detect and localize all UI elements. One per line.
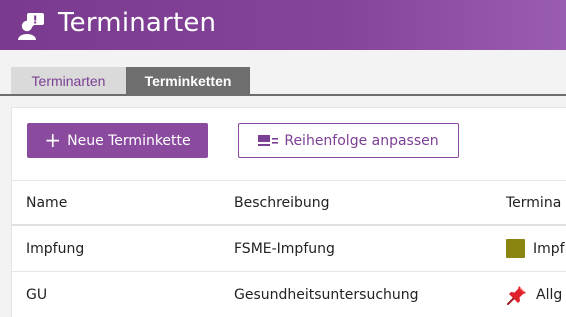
new-appointment-chain-label: Neue Terminkette [67,132,191,149]
reorder-button-label: Reihenfolge anpassen [284,132,439,149]
row-description: FSME-Impfung [234,240,335,257]
row-type-label: Allg [536,286,563,303]
row-name: GU [26,286,48,303]
row-type: Allg [506,272,562,317]
tab-terminarten[interactable]: Terminarten [11,67,126,94]
column-header-description[interactable]: Beschreibung [234,181,330,224]
column-header-type[interactable]: Termina [506,181,561,224]
person-with-chat-bubble-icon [18,13,44,40]
row-description: Gesundheitsuntersuchung [234,286,419,303]
color-swatch-icon [506,239,525,258]
plus-icon: + [44,127,62,152]
tab-bar: Terminarten Terminketten [0,50,566,96]
table-header: Name Beschreibung Termina [12,180,566,226]
content-card: + Neue Terminkette Reihenfolge anpassen … [11,107,566,317]
row-name: Impfung [26,240,85,257]
page-title: Terminarten [58,8,217,38]
row-type: Impf [506,226,565,271]
pushpin-icon [507,285,526,305]
table-row[interactable]: Impfung FSME-Impfung Impf [12,226,566,272]
tab-underline [0,94,566,96]
new-appointment-chain-button[interactable]: + Neue Terminkette [27,123,208,158]
table-row[interactable]: GU Gesundheitsuntersuchung Allg [12,272,566,317]
title-bar: Terminarten [0,0,566,50]
row-type-label: Impf [533,240,565,257]
reorder-button[interactable]: Reihenfolge anpassen [238,123,459,158]
tab-terminketten[interactable]: Terminketten [126,67,250,94]
reorder-list-icon [258,134,279,146]
column-header-name[interactable]: Name [26,181,67,224]
